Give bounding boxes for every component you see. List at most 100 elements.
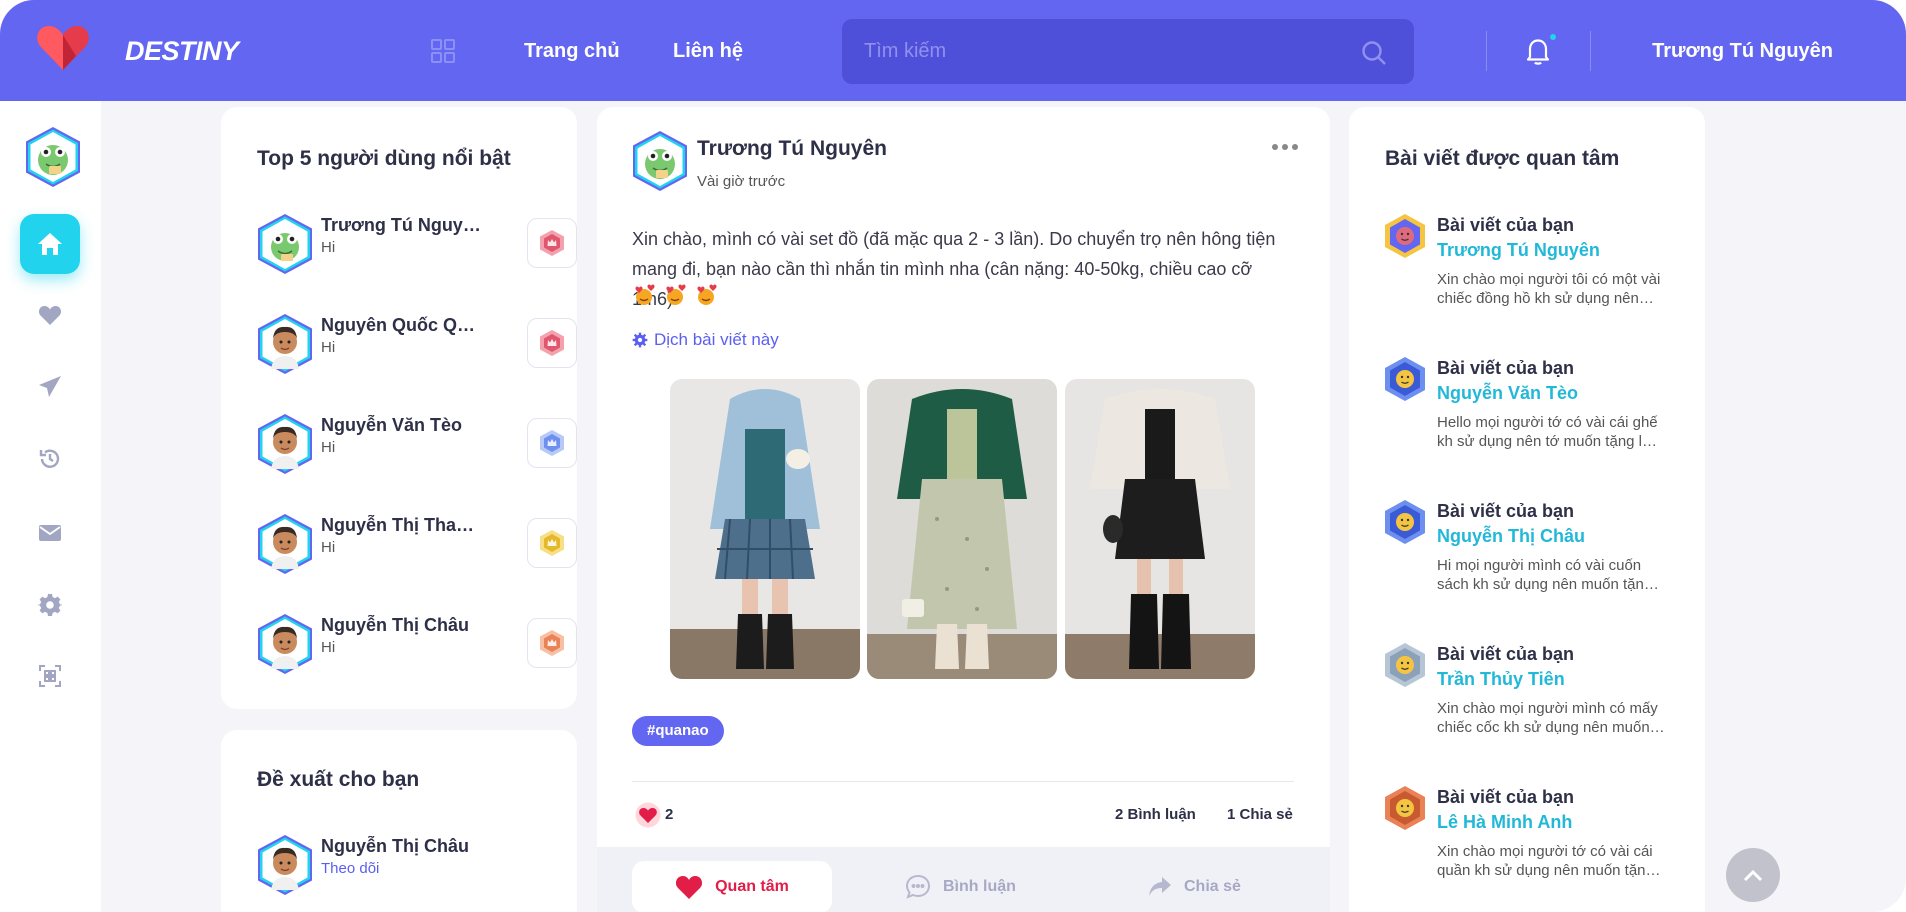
header-divider — [1486, 31, 1487, 71]
apps-grid-icon[interactable] — [430, 38, 456, 64]
avatar — [258, 214, 312, 274]
trending-excerpt: Xin chào mọi người mình có mấy chiếc cốc… — [1437, 700, 1658, 736]
top-user-status: Hi — [321, 539, 336, 556]
trending-author[interactable]: Trương Tú Nguyên — [1437, 240, 1600, 261]
chevron-up-icon — [1743, 869, 1763, 882]
trending-author[interactable]: Nguyễn Văn Tèo — [1437, 383, 1578, 404]
hearts-emoji-icon — [666, 284, 686, 305]
trending-label: Bài viết của bạn — [1437, 501, 1575, 521]
top-user-row[interactable]: Nguyễn Văn Tèo Hi — [257, 413, 577, 477]
post-photo-3[interactable] — [1065, 379, 1255, 679]
send-icon — [39, 376, 61, 397]
post-author-avatar[interactable] — [632, 130, 688, 192]
brand-name[interactable]: DESTINY — [125, 36, 239, 67]
top-user-name[interactable]: Nguyên Quốc Quân — [321, 315, 483, 336]
rail-settings-button[interactable] — [37, 592, 63, 618]
top-user-row[interactable]: Nguyên Quốc Quân Hi — [257, 313, 577, 377]
rail-send-button[interactable] — [37, 374, 63, 400]
search-input[interactable] — [864, 19, 1344, 84]
post-emojis — [632, 284, 718, 306]
hashtag-chip[interactable]: #quanao — [632, 716, 724, 746]
gear-icon — [632, 332, 648, 348]
post-timestamp: Vài giờ trước — [697, 173, 786, 190]
top-user-status: Hi — [321, 239, 336, 256]
avatar — [258, 514, 312, 574]
hearts-emoji-icon — [697, 284, 717, 305]
comment-button[interactable]: Bình luận — [905, 861, 1016, 912]
user-level-badge-icon — [1385, 643, 1425, 687]
comment-count[interactable]: 2 Bình luận — [1115, 806, 1196, 823]
share-button[interactable]: Chia sẻ — [1148, 861, 1241, 912]
rail-scan-button[interactable] — [37, 663, 63, 689]
rail-mail-button[interactable] — [37, 520, 63, 546]
top-users-title: Top 5 người dùng nổi bật — [257, 147, 511, 170]
trending-label: Bài viết của bạn — [1437, 644, 1575, 664]
like-count: 2 — [665, 806, 674, 823]
top-user-row[interactable]: Trương Tú Nguyên Hi — [257, 213, 577, 277]
more-options-icon[interactable] — [1272, 137, 1300, 157]
top-user-name[interactable]: Nguyễn Văn Tèo — [321, 415, 462, 436]
rank-badge — [527, 518, 577, 568]
avatar — [258, 614, 312, 674]
avatar — [258, 414, 312, 474]
trending-post-item[interactable]: Bài viết của bạn Nguyễn Thị Châu Hi mọi ng… — [1384, 499, 1674, 609]
post-body: Xin chào, mình có vài set đồ (đã mặc qua… — [632, 229, 1276, 309]
post-photo-1[interactable] — [670, 379, 860, 679]
trending-author[interactable]: Nguyễn Thị Châu — [1437, 526, 1585, 547]
share-button-label: Chia sẻ — [1184, 878, 1241, 895]
top-user-name[interactable]: Trương Tú Nguyên — [321, 215, 483, 236]
top-user-status: Hi — [321, 439, 336, 456]
trending-post-item[interactable]: Bài viết của bạn Nguyễn Văn Tèo Hello mọi … — [1384, 356, 1674, 466]
top-user-name[interactable]: Nguyễn Thị Thanh Hằng — [321, 515, 483, 536]
user-level-badge-icon — [1385, 786, 1425, 830]
rail-history-button[interactable] — [37, 446, 63, 472]
rank-badge — [527, 218, 577, 268]
rail-favorites-button[interactable] — [37, 302, 63, 328]
follow-link[interactable]: Theo dõi — [321, 860, 379, 877]
trending-author[interactable]: Trần Thủy Tiên — [1437, 669, 1565, 690]
header-username[interactable]: Trương Tú Nguyên — [1652, 40, 1833, 63]
trending-excerpt: Xin chào mọi người tớ có vài cái quần kh… — [1437, 843, 1654, 879]
post-author-name[interactable]: Trương Tú Nguyên — [697, 137, 887, 161]
translate-label[interactable]: Dịch bài viết này — [654, 330, 779, 350]
trending-post-item[interactable]: Bài viết của bạn Trương Tú Nguyên Xin chào… — [1384, 213, 1674, 323]
nav-contact-link[interactable]: Liên hệ — [673, 40, 743, 63]
rank-badge — [527, 318, 577, 368]
rank-badge-icon — [540, 430, 564, 456]
search-icon[interactable] — [1360, 39, 1388, 67]
like-button-label: Quan tâm — [715, 878, 789, 895]
top-user-name[interactable]: Nguyễn Thị Châu — [321, 615, 469, 636]
suggest-title: Đề xuất cho bạn — [257, 768, 420, 791]
logo-heart-icon[interactable] — [36, 24, 90, 72]
rank-badge-icon — [540, 230, 564, 256]
top-user-row[interactable]: Nguyễn Thị Châu Hi — [257, 613, 577, 677]
rail-avatar[interactable] — [25, 126, 81, 188]
rank-badge-icon — [540, 530, 564, 556]
translate-link[interactable]: Dịch bài viết này — [632, 330, 779, 350]
suggest-card: Đề xuất cho bạn Nguyễn Thị Châu Theo dõi — [221, 730, 577, 912]
suggest-item[interactable]: Nguyễn Thị Châu Theo dõi — [257, 834, 577, 898]
bell-icon[interactable] — [1524, 36, 1552, 66]
home-icon — [38, 233, 62, 255]
like-heart-icon[interactable] — [635, 802, 661, 828]
trending-post-item[interactable]: Bài viết của bạn Lê Hà Minh Anh Xin chào m… — [1384, 785, 1674, 895]
trending-title: Bài viết được quan tâm — [1385, 147, 1620, 170]
trending-excerpt: Hello mọi người tớ có vài cái ghế kh sử … — [1437, 414, 1658, 450]
comment-button-label: Bình luận — [943, 878, 1016, 895]
avatar — [258, 835, 312, 895]
top-user-row[interactable]: Nguyễn Thị Thanh Hằng Hi — [257, 513, 577, 577]
like-button[interactable]: Quan tâm — [632, 861, 832, 912]
trending-label: Bài viết của bạn — [1437, 787, 1575, 807]
scroll-to-top-button[interactable] — [1726, 848, 1780, 902]
nav-home-link[interactable]: Trang chủ — [524, 40, 620, 63]
rail-home-button[interactable] — [20, 214, 80, 274]
post-photo-2[interactable] — [867, 379, 1057, 679]
suggest-user-name[interactable]: Nguyễn Thị Châu — [321, 836, 469, 857]
rank-badge-icon — [540, 330, 564, 356]
share-count[interactable]: 1 Chia sẻ — [1227, 806, 1293, 823]
trending-label: Bài viết của bạn — [1437, 215, 1575, 235]
user-level-badge-icon — [1385, 357, 1425, 401]
trending-author[interactable]: Lê Hà Minh Anh — [1437, 812, 1572, 833]
trending-post-item[interactable]: Bài viết của bạn Trần Thủy Tiên Xin chào m… — [1384, 642, 1674, 752]
mail-icon — [39, 525, 61, 541]
